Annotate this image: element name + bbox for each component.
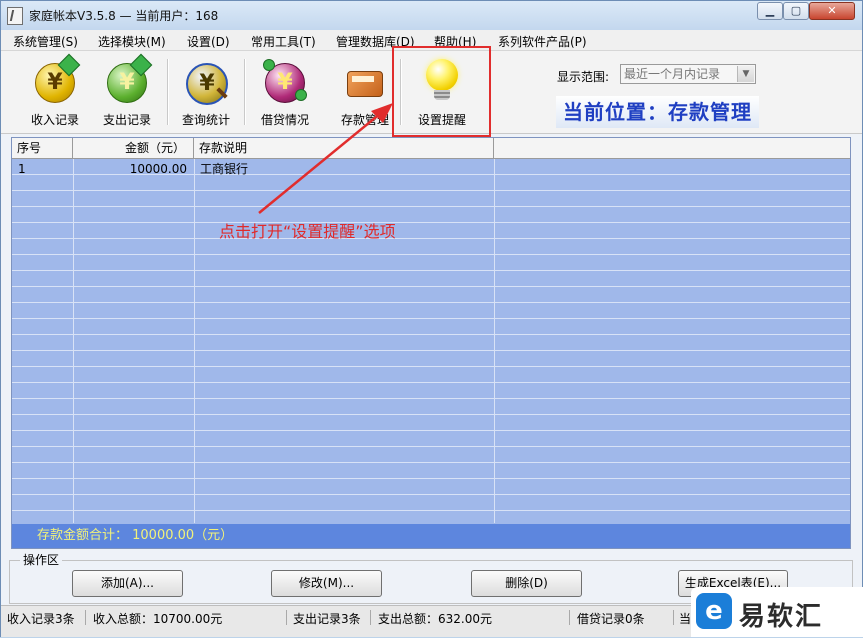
delete-button[interactable]: 删除(D) — [471, 570, 582, 597]
annotation-arrow — [258, 103, 393, 214]
watermark-text: 易软汇 — [739, 602, 824, 632]
watermark-logo-icon: e — [696, 593, 732, 629]
edit-button[interactable]: 修改(M)... — [271, 570, 382, 597]
add-button[interactable]: 添加(A)... — [72, 570, 183, 597]
watermark: e 易软汇 — [691, 587, 863, 637]
app-window: 家庭帐本V3.5.8 — 当前用户：168 ▁ ▢ ✕ 系统管理(S) 选择模块… — [0, 0, 863, 637]
annotation-text: 点击打开“设置提醒”选项 — [219, 222, 396, 241]
status-divider — [85, 610, 86, 625]
operation-area-title: 操作区 — [20, 551, 63, 568]
status-divider — [370, 610, 371, 625]
status-divider — [673, 610, 674, 625]
status-loan-count: 借贷记录0条 — [577, 612, 645, 626]
status-income-count: 收入记录3条 — [7, 612, 75, 626]
status-current: 当 — [679, 612, 692, 626]
status-income-total: 收入总额：10700.00元 — [93, 612, 223, 626]
status-divider — [286, 610, 287, 625]
status-expense-count: 支出记录3条 — [293, 612, 361, 626]
status-expense-total: 支出总额：632.00元 — [378, 612, 492, 626]
status-divider — [569, 610, 570, 625]
